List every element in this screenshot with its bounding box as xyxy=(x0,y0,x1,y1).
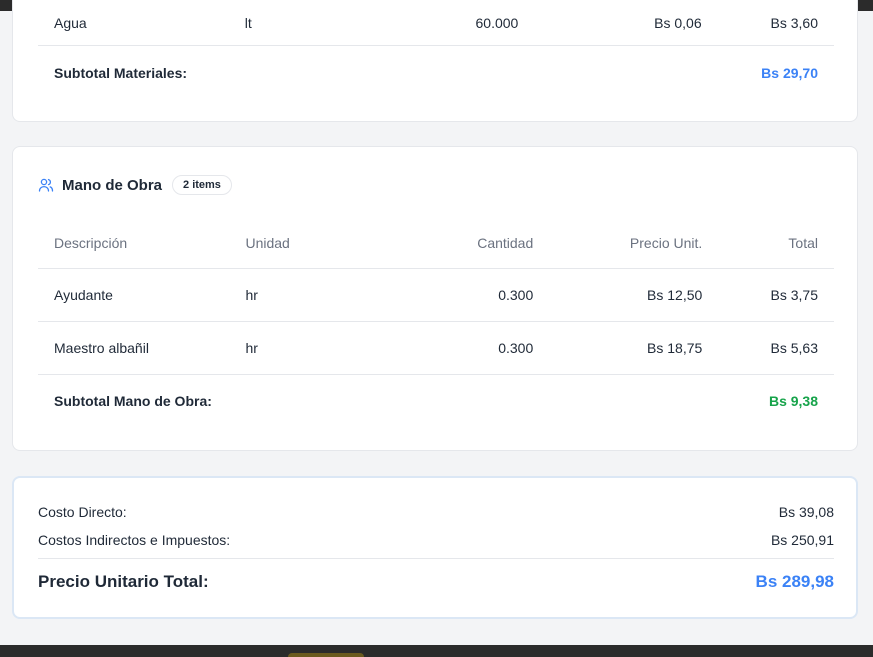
labor-subtotal-row: Subtotal Mano de Obra: Bs 9,38 xyxy=(38,374,834,427)
labor-subtotal-label: Subtotal Mano de Obra: xyxy=(54,392,212,409)
bottom-bar xyxy=(0,645,873,657)
unit-price-total-label: Precio Unitario Total: xyxy=(38,572,209,591)
materials-subtotal-row: Subtotal Materiales: Bs 29,70 xyxy=(38,45,834,100)
labor-section-title: Mano de Obra xyxy=(62,176,163,194)
table-row: Agua lt 60.000 Bs 0,06 Bs 3,60 xyxy=(38,1,834,46)
labor-quantity: 0.300 xyxy=(362,321,534,375)
direct-cost-value: Bs 39,08 xyxy=(778,504,834,520)
column-header-total: Total xyxy=(702,218,834,269)
bottom-bar-handle xyxy=(288,653,364,657)
labor-total: Bs 5,63 xyxy=(702,321,834,375)
materials-subtotal-label: Subtotal Materiales: xyxy=(54,64,188,81)
labor-unit-price: Bs 12,50 xyxy=(533,268,703,322)
material-description: Agua xyxy=(38,1,245,46)
materials-card: Agua lt 60.000 Bs 0,06 Bs 3,60 Subtotal … xyxy=(12,0,858,122)
material-unit: lt xyxy=(244,1,420,46)
labor-card: Mano de Obra 2 items Descripción Unidad … xyxy=(12,146,858,451)
indirect-cost-value: Bs 250,91 xyxy=(770,532,834,548)
unit-price-total-value: Bs 289,98 xyxy=(755,572,834,591)
material-unit-price: Bs 0,06 xyxy=(532,1,702,46)
labor-unit: hr xyxy=(245,268,363,322)
labor-count-badge: 2 items xyxy=(172,175,232,195)
column-header-quantity: Cantidad xyxy=(362,218,534,269)
materials-subtotal-value: Bs 29,70 xyxy=(761,64,818,81)
column-header-unit-price: Precio Unit. xyxy=(533,218,703,269)
indirect-cost-line: Costos Indirectos e Impuestos: Bs 250,91 xyxy=(38,530,834,550)
indirect-cost-label: Costos Indirectos e Impuestos: xyxy=(38,532,231,548)
direct-cost-label: Costo Directo: xyxy=(38,504,127,520)
summary-divider xyxy=(38,558,834,559)
labor-section-header: Mano de Obra 2 items xyxy=(38,175,232,195)
labor-unit-price: Bs 18,75 xyxy=(533,321,703,375)
materials-table: Agua lt 60.000 Bs 0,06 Bs 3,60 Subtotal … xyxy=(38,1,834,100)
material-total: Bs 3,60 xyxy=(701,1,834,46)
labor-description: Maestro albañil xyxy=(38,321,246,375)
labor-table-header: Descripción Unidad Cantidad Precio Unit.… xyxy=(38,218,834,269)
material-quantity: 60.000 xyxy=(419,1,533,46)
direct-cost-line: Costo Directo: Bs 39,08 xyxy=(38,502,834,522)
labor-table: Descripción Unidad Cantidad Precio Unit.… xyxy=(38,218,834,427)
column-header-unit: Unidad xyxy=(245,218,363,269)
unit-price-total-line: Precio Unitario Total: Bs 289,98 xyxy=(38,570,834,594)
summary-card: Costo Directo: Bs 39,08 Costos Indirecto… xyxy=(12,476,858,619)
labor-unit: hr xyxy=(245,321,363,375)
column-header-description: Descripción xyxy=(38,218,246,269)
table-row: Ayudante hr 0.300 Bs 12,50 Bs 3,75 xyxy=(38,268,834,322)
labor-total: Bs 3,75 xyxy=(702,268,834,322)
labor-subtotal-value: Bs 9,38 xyxy=(768,392,818,409)
users-icon xyxy=(38,177,54,193)
table-row: Maestro albañil hr 0.300 Bs 18,75 Bs 5,6… xyxy=(38,321,834,375)
labor-quantity: 0.300 xyxy=(362,268,534,322)
labor-description: Ayudante xyxy=(38,268,246,322)
